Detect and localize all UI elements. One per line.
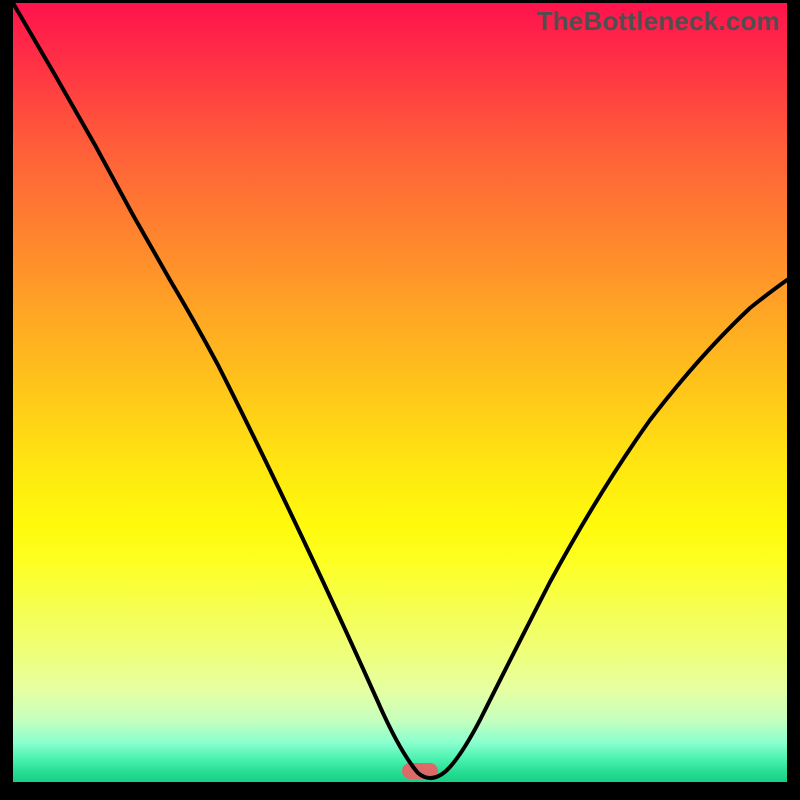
bottleneck-curve: [0, 0, 800, 800]
x-axis-baseline: [13, 782, 787, 789]
watermark-label: TheBottleneck.com: [537, 6, 780, 37]
curve-path: [13, 3, 787, 778]
